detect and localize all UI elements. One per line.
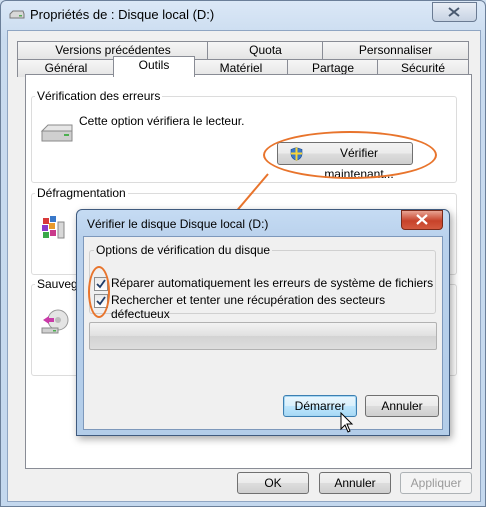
disk-options-group-label: Options de vérification du disque [94, 243, 273, 257]
mouse-cursor-icon [340, 412, 354, 433]
window-close-button[interactable] [432, 2, 477, 22]
dialog-cancel-button[interactable]: Annuler [365, 395, 439, 417]
drive-icon [9, 10, 25, 19]
error-check-group-label: Vérification des erreurs [35, 89, 163, 103]
cancel-button[interactable]: Annuler [319, 472, 391, 494]
error-check-description: Cette option vérifiera le lecteur. [79, 114, 245, 128]
check-disk-dialog: Vérifier le disque Disque local (D:) Opt… [76, 209, 450, 436]
apply-button[interactable]: Appliquer [400, 472, 472, 494]
tab-label: Outils [138, 58, 170, 72]
tab-personnaliser[interactable]: Personnaliser [322, 41, 469, 59]
tab-label: Sécurité [400, 61, 446, 75]
annotation-ellipse-verify [263, 131, 437, 179]
tab-label: Quota [249, 43, 282, 57]
dialog-close-button[interactable] [401, 210, 443, 230]
defragment-icon [42, 216, 65, 239]
dialog-client: Options de vérification du disque Répare… [83, 236, 443, 430]
tab-label: Personnaliser [358, 43, 433, 57]
defrag-group-label: Défragmentation [35, 186, 128, 200]
dialog-title: Vérifier le disque Disque local (D:) [87, 217, 269, 231]
tab-quota[interactable]: Quota [207, 41, 324, 59]
tab-label: Versions précédentes [55, 43, 171, 57]
ok-button[interactable]: OK [237, 472, 309, 494]
tab-label: Partage [311, 61, 355, 75]
backup-icon [41, 309, 69, 334]
title-bar[interactable]: Propriétés de : Disque local (D:) [1, 1, 485, 31]
bad-sectors-label[interactable]: Rechercher et tenter une récupération de… [111, 293, 442, 321]
annotation-ellipse-checkboxes [88, 266, 110, 318]
tab-label: Matériel [219, 61, 263, 75]
tab-label: Général [44, 61, 88, 75]
hard-drive-icon [40, 124, 73, 142]
close-icon [416, 214, 428, 225]
check-progress-bar [89, 322, 437, 350]
window-title: Propriétés de : Disque local (D:) [30, 7, 215, 22]
close-icon [448, 7, 460, 17]
tab-outils[interactable]: Outils [113, 56, 195, 77]
auto-fix-label[interactable]: Réparer automatiquement les erreurs de s… [111, 276, 433, 290]
